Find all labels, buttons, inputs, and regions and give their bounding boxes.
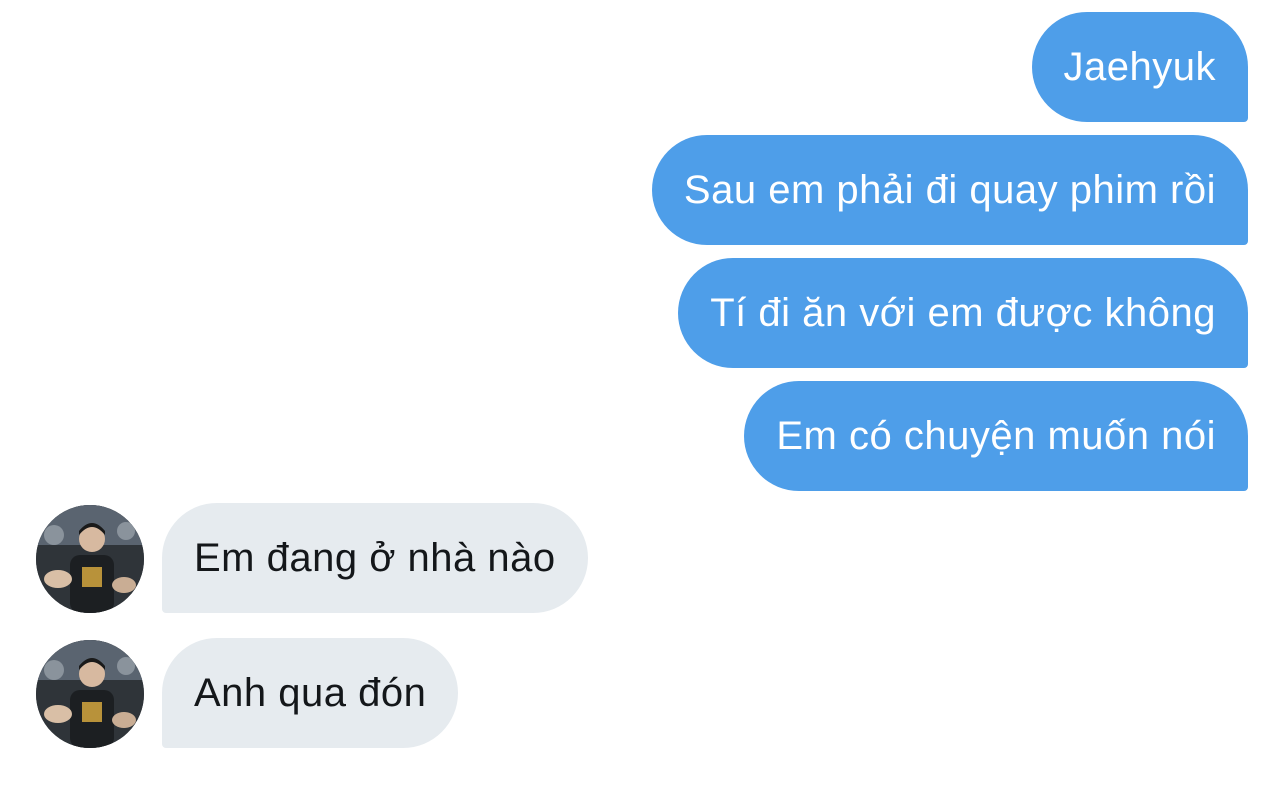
avatar-photo bbox=[36, 505, 144, 613]
outgoing-message[interactable]: Jaehyuk bbox=[1031, 12, 1248, 122]
avatar-photo bbox=[36, 640, 144, 748]
outgoing-message[interactable]: Tí đi ăn với em được không bbox=[678, 258, 1248, 368]
user-avatar[interactable] bbox=[36, 640, 144, 748]
incoming-message[interactable]: Em đang ở nhà nào bbox=[162, 503, 588, 613]
message-text: Anh qua đón bbox=[194, 670, 427, 715]
outgoing-message[interactable]: Sau em phải đi quay phim rồi bbox=[651, 135, 1248, 245]
message-text: Em có chuyện muốn nói bbox=[776, 413, 1216, 458]
message-text: Em đang ở nhà nào bbox=[194, 535, 556, 580]
user-avatar[interactable] bbox=[36, 505, 144, 613]
incoming-message[interactable]: Anh qua đón bbox=[162, 638, 459, 748]
message-text: Tí đi ăn với em được không bbox=[710, 290, 1216, 335]
message-text: Jaehyuk bbox=[1063, 44, 1216, 89]
outgoing-message[interactable]: Em có chuyện muốn nói bbox=[744, 381, 1248, 491]
message-text: Sau em phải đi quay phim rồi bbox=[683, 167, 1216, 212]
